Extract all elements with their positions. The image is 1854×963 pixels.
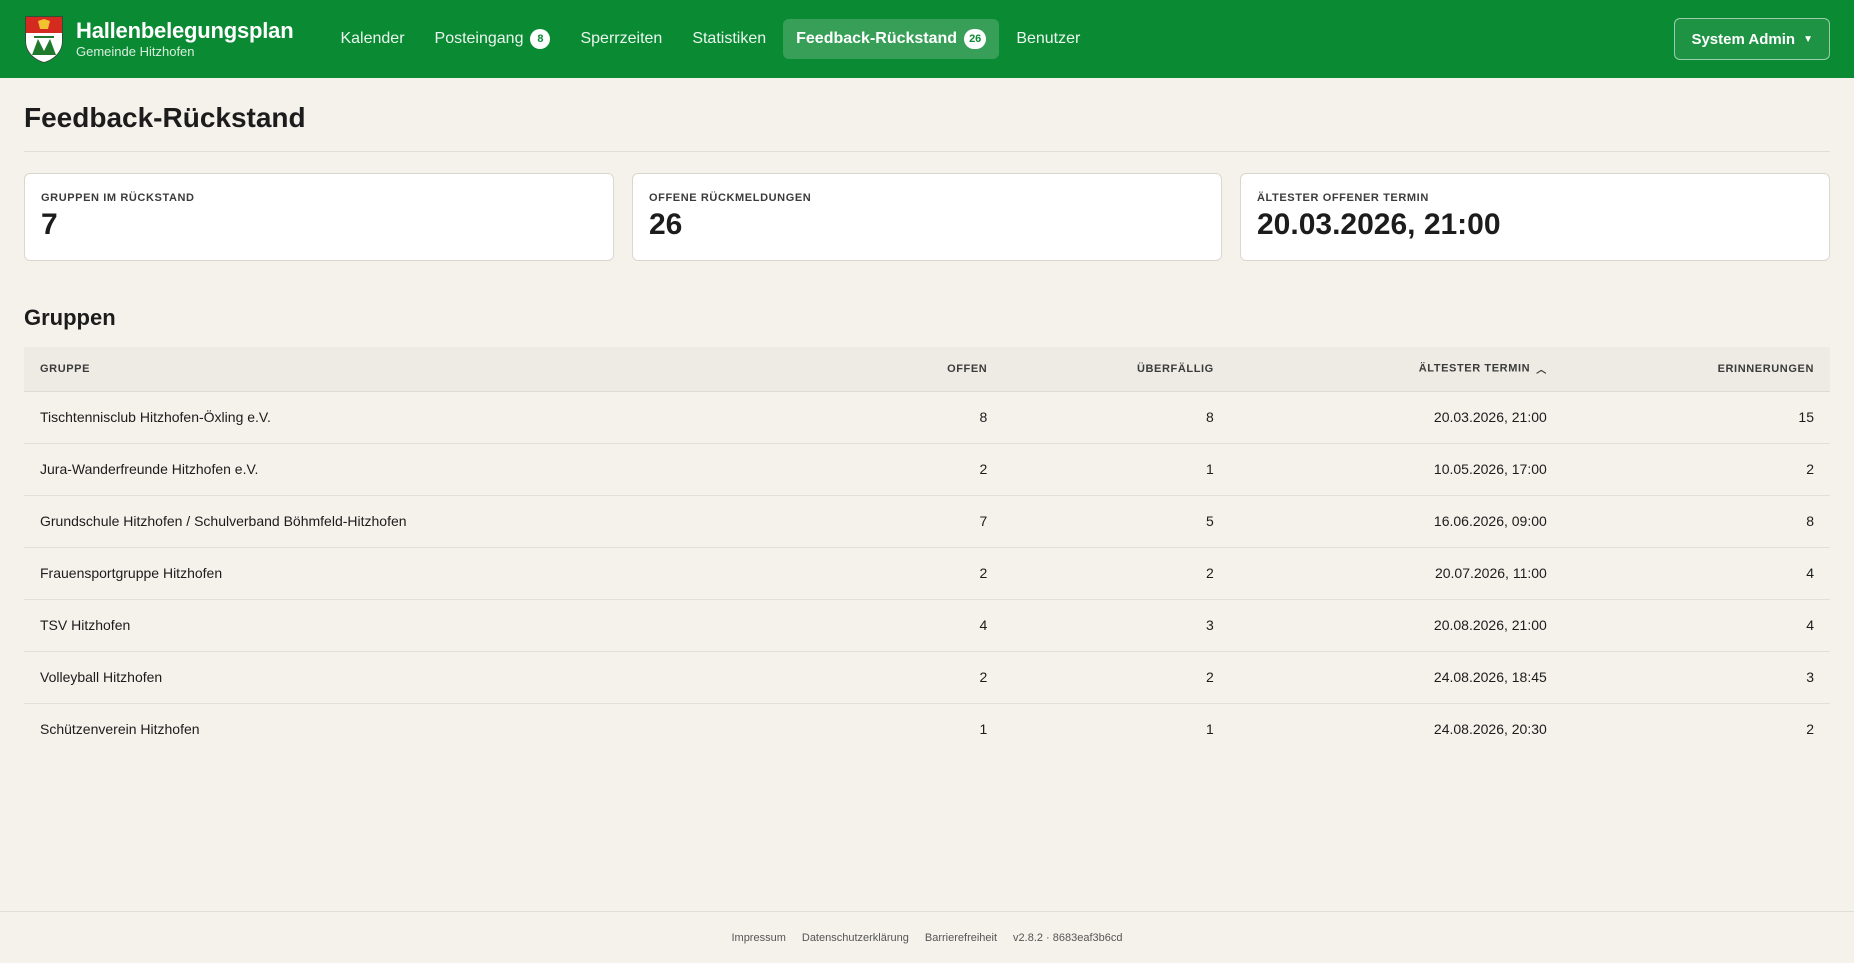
- stat-card-value: 20.03.2026, 21:00: [1257, 208, 1501, 241]
- cell-open: 4: [979, 617, 988, 633]
- main-nav: Kalender Posteingang 8 Sperrzeiten Stati…: [327, 19, 1093, 59]
- brand[interactable]: Hallenbelegungsplan Gemeinde Hitzhofen: [24, 15, 294, 63]
- table-row[interactable]: Grundschule Hitzhofen / Schulverband Böh…: [24, 495, 1830, 547]
- groups-section-title: Gruppen: [24, 305, 116, 330]
- cell-reminders: 15: [1798, 409, 1814, 425]
- cell-reminders: 2: [1806, 721, 1814, 738]
- table-row[interactable]: Tischtennisclub Hitzhofen-Öxling e.V. 8 …: [24, 391, 1830, 443]
- cell-group-name: Volleyball Hitzhofen: [40, 669, 163, 685]
- cell-oldest-date: 20.07.2026, 11:00: [1434, 565, 1547, 581]
- cell-overdue: 1: [1206, 721, 1214, 738]
- cell-group-name: Grundschule Hitzhofen / Schulverband Böh…: [40, 513, 407, 529]
- cell-reminders: 8: [1806, 513, 1814, 529]
- user-menu-button[interactable]: System Admin ▼: [1674, 18, 1830, 60]
- stat-card-oldest-open-date: Ältester offener Termin 20.03.2026, 21:0…: [1240, 173, 1830, 261]
- cell-oldest-date: 10.05.2026, 17:00: [1433, 461, 1547, 477]
- stat-card-open-feedback: Offene Rückmeldungen 26: [632, 173, 1222, 261]
- user-menu-label: System Admin: [1691, 30, 1796, 48]
- cell-group-name: TSV Hitzhofen: [40, 617, 131, 633]
- nav-item-statistiken[interactable]: Statistiken: [679, 20, 779, 58]
- top-navigation-bar: Hallenbelegungsplan Gemeinde Hitzhofen K…: [0, 0, 1854, 78]
- nav-item-benutzer[interactable]: Benutzer: [1003, 20, 1093, 58]
- inbox-count-badge: 8: [530, 29, 551, 49]
- column-header-label: Offen: [947, 362, 988, 375]
- footer-link-impressum[interactable]: Impressum: [731, 932, 785, 944]
- table-row[interactable]: TSV Hitzhofen 4 3 20.08.2026, 21:00 4: [24, 599, 1830, 651]
- cell-overdue: 3: [1206, 617, 1214, 633]
- cell-oldest-date: 24.08.2026, 18:45: [1433, 669, 1547, 685]
- column-header-oldest-date[interactable]: Ältester Termin ︿: [1229, 347, 1563, 392]
- cell-open: 7: [979, 513, 988, 529]
- cell-overdue: 2: [1206, 669, 1214, 685]
- cell-group-name: Schützenverein Hitzhofen: [40, 721, 200, 738]
- cell-oldest-date: 16.06.2026, 09:00: [1433, 513, 1547, 529]
- cell-open: 1: [979, 721, 988, 738]
- column-header-label: Gruppe: [40, 362, 91, 375]
- cell-overdue: 8: [1206, 409, 1214, 425]
- column-header-label: Erinnerungen: [1717, 362, 1814, 375]
- column-header-label: Ältester Termin: [1418, 362, 1531, 375]
- stat-card-label: Offene Rückmeldungen: [649, 192, 812, 204]
- nav-item-sperrzeiten[interactable]: Sperrzeiten: [567, 20, 675, 58]
- municipality-crest-icon: [25, 16, 63, 63]
- cell-overdue: 2: [1206, 565, 1214, 581]
- chevron-up-icon: ︿: [1536, 365, 1547, 377]
- main-content: Feedback-Rückstand Gruppen im Rückstand …: [0, 78, 1854, 755]
- stat-card-label: Ältester offener Termin: [1257, 192, 1429, 204]
- stat-card-value: 26: [649, 208, 683, 241]
- cell-open: 2: [979, 669, 988, 685]
- stat-card-value: 7: [41, 208, 58, 241]
- cell-group-name: Tischtennisclub Hitzhofen-Öxling e.V.: [40, 409, 271, 425]
- cell-overdue: 5: [1206, 513, 1214, 529]
- cell-open: 2: [979, 565, 988, 581]
- table-row[interactable]: Jura-Wanderfreunde Hitzhofen e.V. 2 1 10…: [24, 443, 1830, 495]
- cell-reminders: 2: [1806, 461, 1814, 477]
- column-header-label: Überfällig: [1136, 362, 1214, 375]
- stat-card-groups-behind: Gruppen im Rückstand 7: [24, 173, 614, 261]
- cell-open: 2: [979, 461, 988, 477]
- groups-table: Gruppe Offen Überfällig Ältester Termin ︿…: [24, 347, 1830, 755]
- cell-oldest-date: 20.08.2026, 21:00: [1433, 617, 1547, 633]
- column-header-group[interactable]: Gruppe: [24, 347, 853, 392]
- cell-overdue: 1: [1206, 461, 1214, 477]
- footer-link-datenschutz[interactable]: Datenschutzerklärung: [802, 932, 909, 944]
- app-title: Hallenbelegungsplan: [76, 18, 294, 43]
- table-row[interactable]: Volleyball Hitzhofen 2 2 24.08.2026, 18:…: [24, 651, 1830, 703]
- footer-link-barrierefreiheit[interactable]: Barrierefreiheit: [925, 932, 997, 944]
- summary-cards: Gruppen im Rückstand 7 Offene Rückmeldun…: [24, 173, 1830, 261]
- feedback-count-badge: 26: [964, 29, 987, 49]
- cell-open: 8: [979, 409, 988, 425]
- cell-oldest-date: 20.03.2026, 21:00: [1433, 409, 1547, 425]
- column-header-reminders[interactable]: Erinnerungen: [1562, 347, 1830, 392]
- cell-reminders: 4: [1806, 617, 1814, 633]
- nav-item-feedback-rueckstand[interactable]: Feedback-Rückstand 26: [783, 19, 1000, 59]
- page-footer: Impressum Datenschutzerklärung Barrieref…: [0, 911, 1854, 963]
- stat-card-label: Gruppen im Rückstand: [41, 192, 195, 204]
- app-version: v2.8.2 · 8683eaf3b6cd: [1013, 931, 1123, 944]
- caret-down-icon: ▼: [1803, 33, 1813, 45]
- cell-reminders: 4: [1806, 565, 1814, 581]
- nav-item-kalender[interactable]: Kalender: [327, 20, 417, 58]
- cell-group-name: Frauensportgruppe Hitzhofen: [40, 565, 223, 581]
- nav-item-label: Statistiken: [692, 30, 767, 47]
- nav-item-posteingang[interactable]: Posteingang 8: [422, 19, 564, 59]
- nav-item-label: Benutzer: [1016, 30, 1081, 47]
- cell-reminders: 3: [1806, 669, 1814, 685]
- table-header-row: Gruppe Offen Überfällig Ältester Termin ︿…: [24, 347, 1830, 392]
- nav-item-label: Sperrzeiten: [580, 30, 663, 47]
- app-subtitle: Gemeinde Hitzhofen: [76, 44, 195, 59]
- table-row[interactable]: Frauensportgruppe Hitzhofen 2 2 20.07.20…: [24, 547, 1830, 599]
- nav-item-label: Feedback-Rückstand: [796, 30, 958, 47]
- cell-group-name: Jura-Wanderfreunde Hitzhofen e.V.: [40, 461, 259, 477]
- nav-item-label: Posteingang: [434, 30, 524, 47]
- cell-oldest-date: 24.08.2026, 20:30: [1433, 721, 1547, 738]
- column-header-overdue[interactable]: Überfällig: [1003, 347, 1230, 392]
- column-header-open[interactable]: Offen: [853, 347, 1004, 392]
- table-row[interactable]: Schützenverein Hitzhofen 1 1 24.08.2026,…: [24, 703, 1830, 755]
- page-title: Feedback-Rückstand: [24, 78, 1830, 152]
- nav-item-label: Kalender: [340, 30, 405, 47]
